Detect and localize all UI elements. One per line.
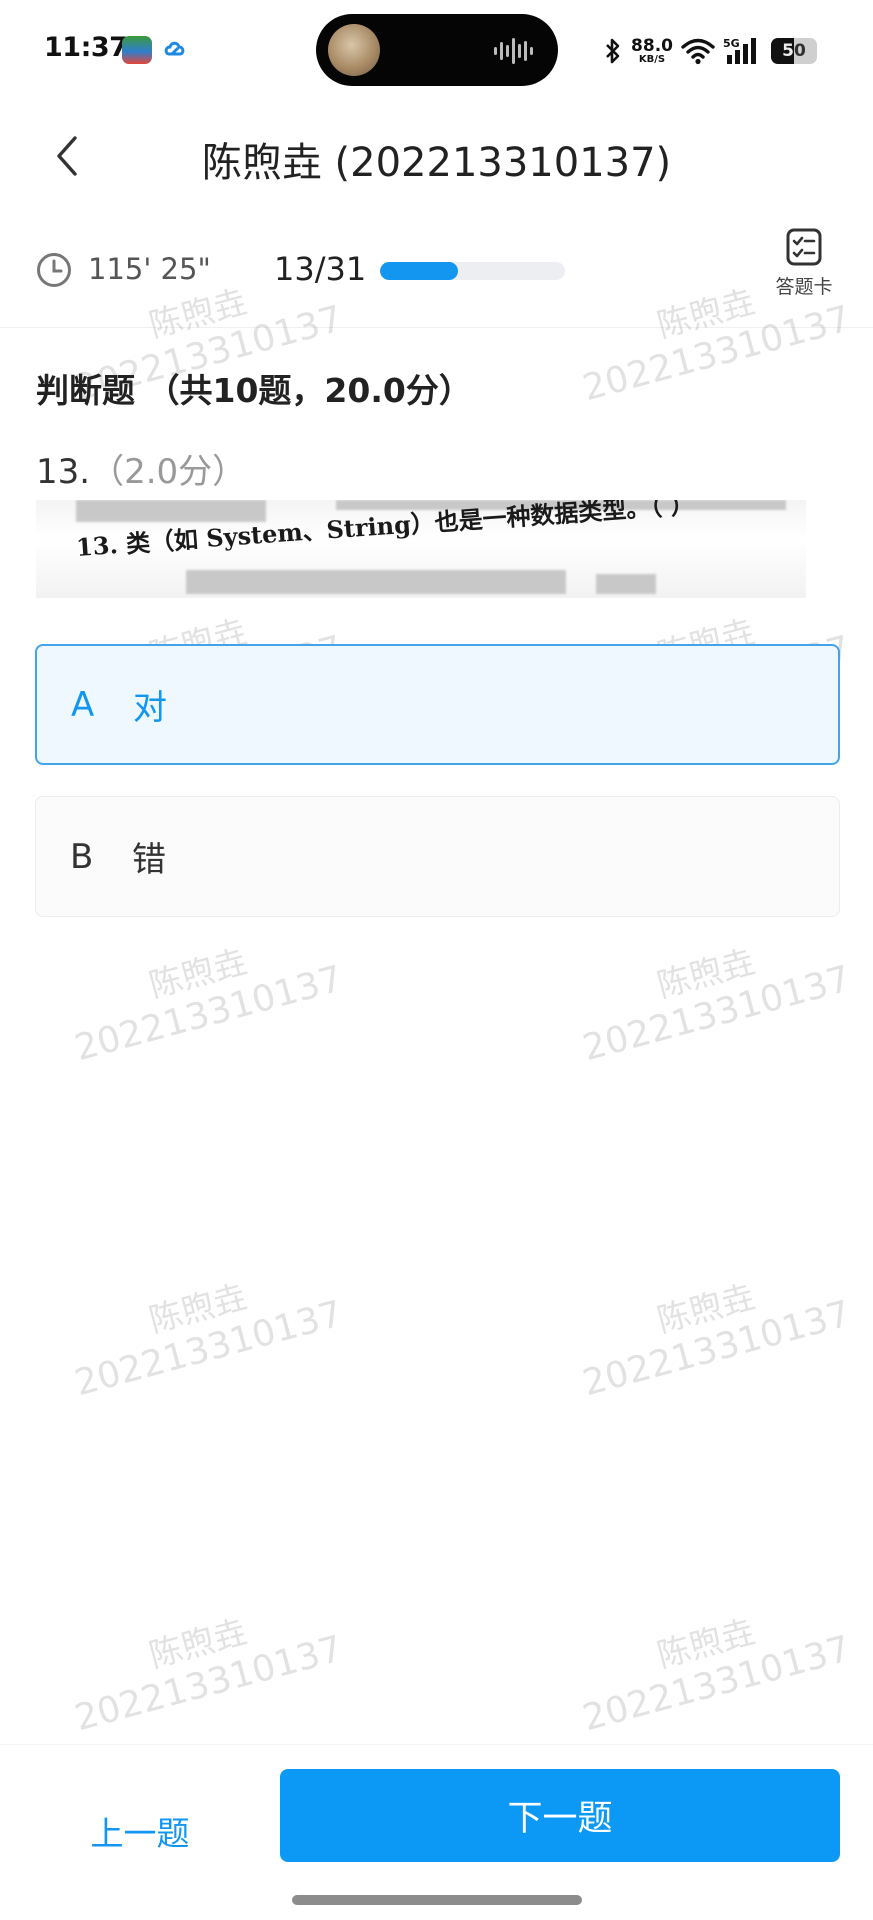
watermark: 陈煦垚202213310137 [578, 1611, 855, 1739]
battery-icon: 50 [771, 38, 817, 64]
home-indicator[interactable] [292, 1895, 582, 1905]
audio-wave-icon [494, 38, 533, 64]
bluetooth-icon [606, 38, 620, 64]
app-header: 陈煦垚 (202213310137) [0, 100, 873, 212]
music-cover-avatar [328, 24, 380, 76]
status-bar: 11:37 88.0 KB/S 5G 50 [0, 0, 873, 100]
network-type-label: 5G [723, 37, 740, 50]
option-text: 对 [133, 688, 167, 728]
question-number: 13.（2.0分） [36, 444, 246, 493]
section-title: 判断题 （共10题，20.0分） [36, 371, 472, 410]
option-text: 错 [132, 840, 166, 880]
exam-info-bar: 115' 25" 13/31 答题卡 [0, 212, 873, 328]
watermark: 陈煦垚202213310137 [578, 1276, 855, 1404]
question-score: （2.0分） [90, 452, 247, 492]
watermark: 陈煦垚202213310137 [578, 941, 855, 1069]
wifi-icon [681, 38, 715, 65]
signal-icon: 5G [723, 37, 756, 64]
option-b[interactable]: B 错 [35, 796, 840, 917]
option-letter: A [71, 684, 95, 725]
page-title: 陈煦垚 (202213310137) [201, 140, 672, 186]
blurred-region [596, 574, 656, 594]
watermark: 陈煦垚202213310137 [70, 941, 347, 1069]
dynamic-island[interactable] [316, 14, 558, 86]
next-question-button[interactable]: 下一题 [280, 1769, 840, 1862]
cloud-icon [162, 38, 188, 62]
app-icon [122, 36, 152, 64]
answer-card-icon [786, 228, 822, 266]
blurred-region [186, 570, 566, 594]
network-speed: 88.0 KB/S [631, 35, 673, 65]
watermark: 陈煦垚202213310137 [70, 1276, 347, 1404]
question-progress-fill [380, 262, 458, 280]
clock-icon [37, 253, 71, 287]
question-progress-bar [380, 262, 565, 280]
watermark: 陈煦垚202213310137 [70, 1611, 347, 1739]
question-index: 13. [36, 452, 91, 492]
countdown-timer: 115' 25" [88, 252, 211, 286]
bottom-navigation: 上一题 下一题 [0, 1744, 873, 1920]
status-time: 11:37 [44, 32, 128, 63]
prev-question-button[interactable]: 上一题 [60, 1803, 220, 1859]
option-letter: B [70, 836, 94, 877]
question-image: 13. 类（如 System、String）也是一种数据类型。（ ） [36, 500, 806, 598]
status-right-group: 88.0 KB/S 5G 50 [603, 34, 817, 68]
option-a[interactable]: A 对 [35, 644, 840, 765]
answer-card-button[interactable]: 答题卡 [767, 228, 841, 312]
question-progress-text: 13/31 [274, 250, 367, 288]
answer-card-label: 答题卡 [775, 276, 833, 298]
battery-label: 50 [782, 41, 806, 61]
